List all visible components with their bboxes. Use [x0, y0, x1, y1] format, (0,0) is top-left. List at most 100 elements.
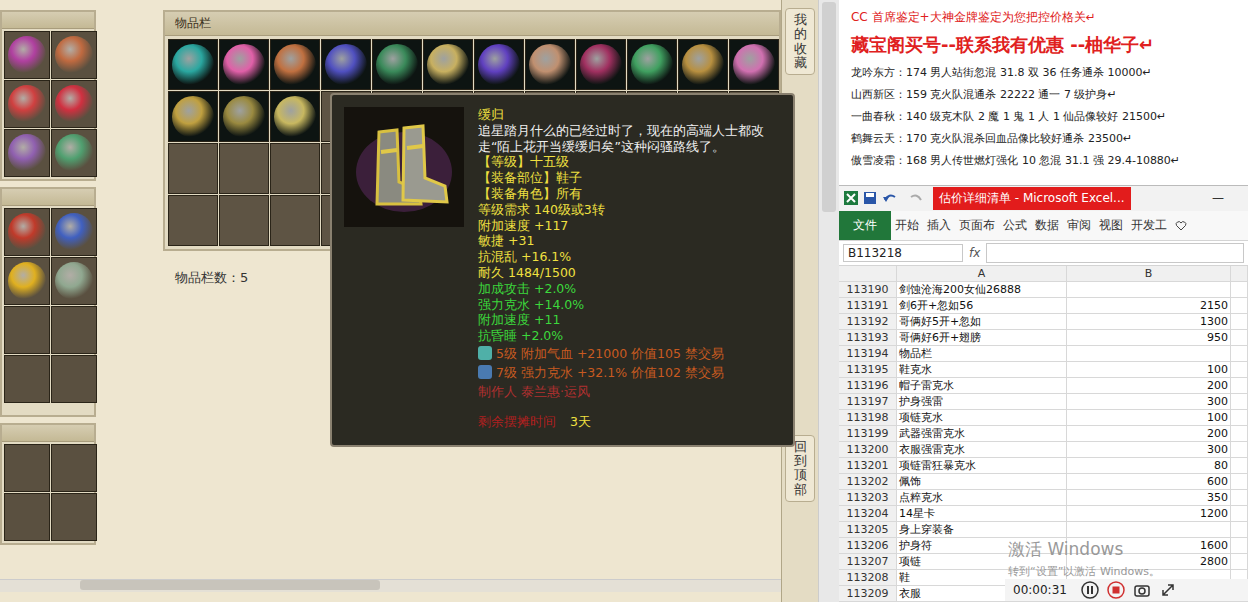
- cell[interactable]: [1231, 314, 1248, 330]
- ribbon-tab[interactable]: 文件: [839, 211, 891, 241]
- cell[interactable]: [1231, 346, 1248, 362]
- item-slot[interactable]: [4, 80, 50, 128]
- cell[interactable]: 950: [1067, 330, 1231, 346]
- pause-icon[interactable]: [1081, 581, 1099, 599]
- cell[interactable]: [1231, 378, 1248, 394]
- ribbon-tab[interactable]: 审阅: [1063, 211, 1095, 241]
- item-slot[interactable]: [4, 444, 50, 492]
- cell[interactable]: 哥俩好5开+忽如: [897, 314, 1067, 330]
- fx-button[interactable]: fx: [969, 246, 980, 260]
- cell[interactable]: 衣服强雷克水: [897, 442, 1067, 458]
- cell[interactable]: 1200: [1067, 506, 1231, 522]
- cell[interactable]: 300: [1067, 442, 1231, 458]
- item-slot[interactable]: [474, 39, 524, 90]
- item-slot[interactable]: [51, 31, 97, 79]
- cell[interactable]: 鞋克水: [897, 362, 1067, 378]
- item-slot[interactable]: [729, 39, 779, 90]
- undo-icon[interactable]: [881, 191, 903, 205]
- item-slot[interactable]: [51, 355, 97, 403]
- save-icon[interactable]: [863, 191, 877, 205]
- stop-icon[interactable]: [1107, 581, 1125, 599]
- cell[interactable]: 350: [1067, 490, 1231, 506]
- cell[interactable]: [1231, 442, 1248, 458]
- cell[interactable]: [1231, 298, 1248, 314]
- cell[interactable]: 100: [1067, 362, 1231, 378]
- cell[interactable]: 600: [1067, 474, 1231, 490]
- column-header[interactable]: A: [897, 266, 1067, 282]
- item-slot[interactable]: [51, 129, 97, 177]
- row-header[interactable]: 113199: [839, 426, 897, 442]
- item-slot[interactable]: [525, 39, 575, 90]
- row-header[interactable]: 113205: [839, 522, 897, 538]
- minimize-button[interactable]: —: [1212, 191, 1224, 205]
- item-slot[interactable]: [270, 195, 320, 246]
- cell[interactable]: 300: [1067, 394, 1231, 410]
- item-slot[interactable]: [4, 306, 50, 354]
- item-slot[interactable]: [627, 39, 677, 90]
- cell[interactable]: [1231, 490, 1248, 506]
- ribbon-tab[interactable]: 开发工: [1127, 211, 1171, 241]
- item-slot[interactable]: [4, 129, 50, 177]
- cell[interactable]: [1067, 522, 1231, 538]
- cell[interactable]: [1231, 410, 1248, 426]
- row-header[interactable]: 113203: [839, 490, 897, 506]
- item-slot[interactable]: [678, 39, 728, 90]
- cell[interactable]: 项链克水: [897, 410, 1067, 426]
- redo-icon[interactable]: [907, 191, 925, 205]
- item-slot[interactable]: [219, 195, 269, 246]
- item-slot[interactable]: [321, 39, 371, 90]
- side-nav-button[interactable]: 我的收藏: [785, 8, 815, 75]
- formula-input[interactable]: [986, 243, 1244, 263]
- item-slot[interactable]: [51, 80, 97, 128]
- column-header[interactable]: B: [1067, 266, 1231, 282]
- cell[interactable]: 80: [1067, 458, 1231, 474]
- item-slot[interactable]: [4, 208, 50, 256]
- camera-icon[interactable]: [1133, 581, 1151, 599]
- cell[interactable]: [1231, 330, 1248, 346]
- corner-cell[interactable]: [839, 266, 897, 282]
- cell[interactable]: 点粹克水: [897, 490, 1067, 506]
- cell[interactable]: 物品栏: [897, 346, 1067, 362]
- item-slot[interactable]: [576, 39, 626, 90]
- cell[interactable]: 14星卡: [897, 506, 1067, 522]
- item-slot[interactable]: [51, 306, 97, 354]
- row-header[interactable]: 113204: [839, 506, 897, 522]
- row-header[interactable]: 113207: [839, 554, 897, 570]
- item-slot[interactable]: [219, 91, 269, 142]
- cell[interactable]: [1231, 426, 1248, 442]
- item-slot[interactable]: [423, 39, 473, 90]
- row-header[interactable]: 113190: [839, 282, 897, 298]
- scroll-thumb[interactable]: [822, 2, 836, 212]
- item-slot[interactable]: [219, 39, 269, 90]
- row-header[interactable]: 113196: [839, 378, 897, 394]
- row-header[interactable]: 113200: [839, 442, 897, 458]
- cell[interactable]: 1300: [1067, 314, 1231, 330]
- cell[interactable]: [1231, 554, 1248, 570]
- item-slot[interactable]: [372, 39, 422, 90]
- cell[interactable]: 帽子雷克水: [897, 378, 1067, 394]
- ribbon-tab[interactable]: 插入: [923, 211, 955, 241]
- vertical-scrollbar[interactable]: [818, 0, 839, 602]
- row-header[interactable]: 113197: [839, 394, 897, 410]
- cell[interactable]: 100: [1067, 410, 1231, 426]
- cell[interactable]: [1231, 474, 1248, 490]
- item-slot[interactable]: [168, 39, 218, 90]
- cell[interactable]: 200: [1067, 378, 1231, 394]
- cell[interactable]: 佩饰: [897, 474, 1067, 490]
- item-slot[interactable]: [270, 39, 320, 90]
- item-slot[interactable]: [51, 493, 97, 541]
- expand-icon[interactable]: [1159, 581, 1177, 599]
- item-slot[interactable]: [4, 355, 50, 403]
- horizontal-scrollbar[interactable]: [0, 579, 781, 592]
- row-header[interactable]: 113201: [839, 458, 897, 474]
- item-slot[interactable]: [51, 257, 97, 305]
- cell[interactable]: 剑蚀沧海200女仙26888: [897, 282, 1067, 298]
- cell[interactable]: 身上穿装备: [897, 522, 1067, 538]
- column-header[interactable]: [1231, 266, 1248, 282]
- item-slot[interactable]: [51, 208, 97, 256]
- cell[interactable]: [1231, 282, 1248, 298]
- item-slot[interactable]: [51, 444, 97, 492]
- row-header[interactable]: 113193: [839, 330, 897, 346]
- item-slot[interactable]: [4, 493, 50, 541]
- cell[interactable]: 武器强雷克水: [897, 426, 1067, 442]
